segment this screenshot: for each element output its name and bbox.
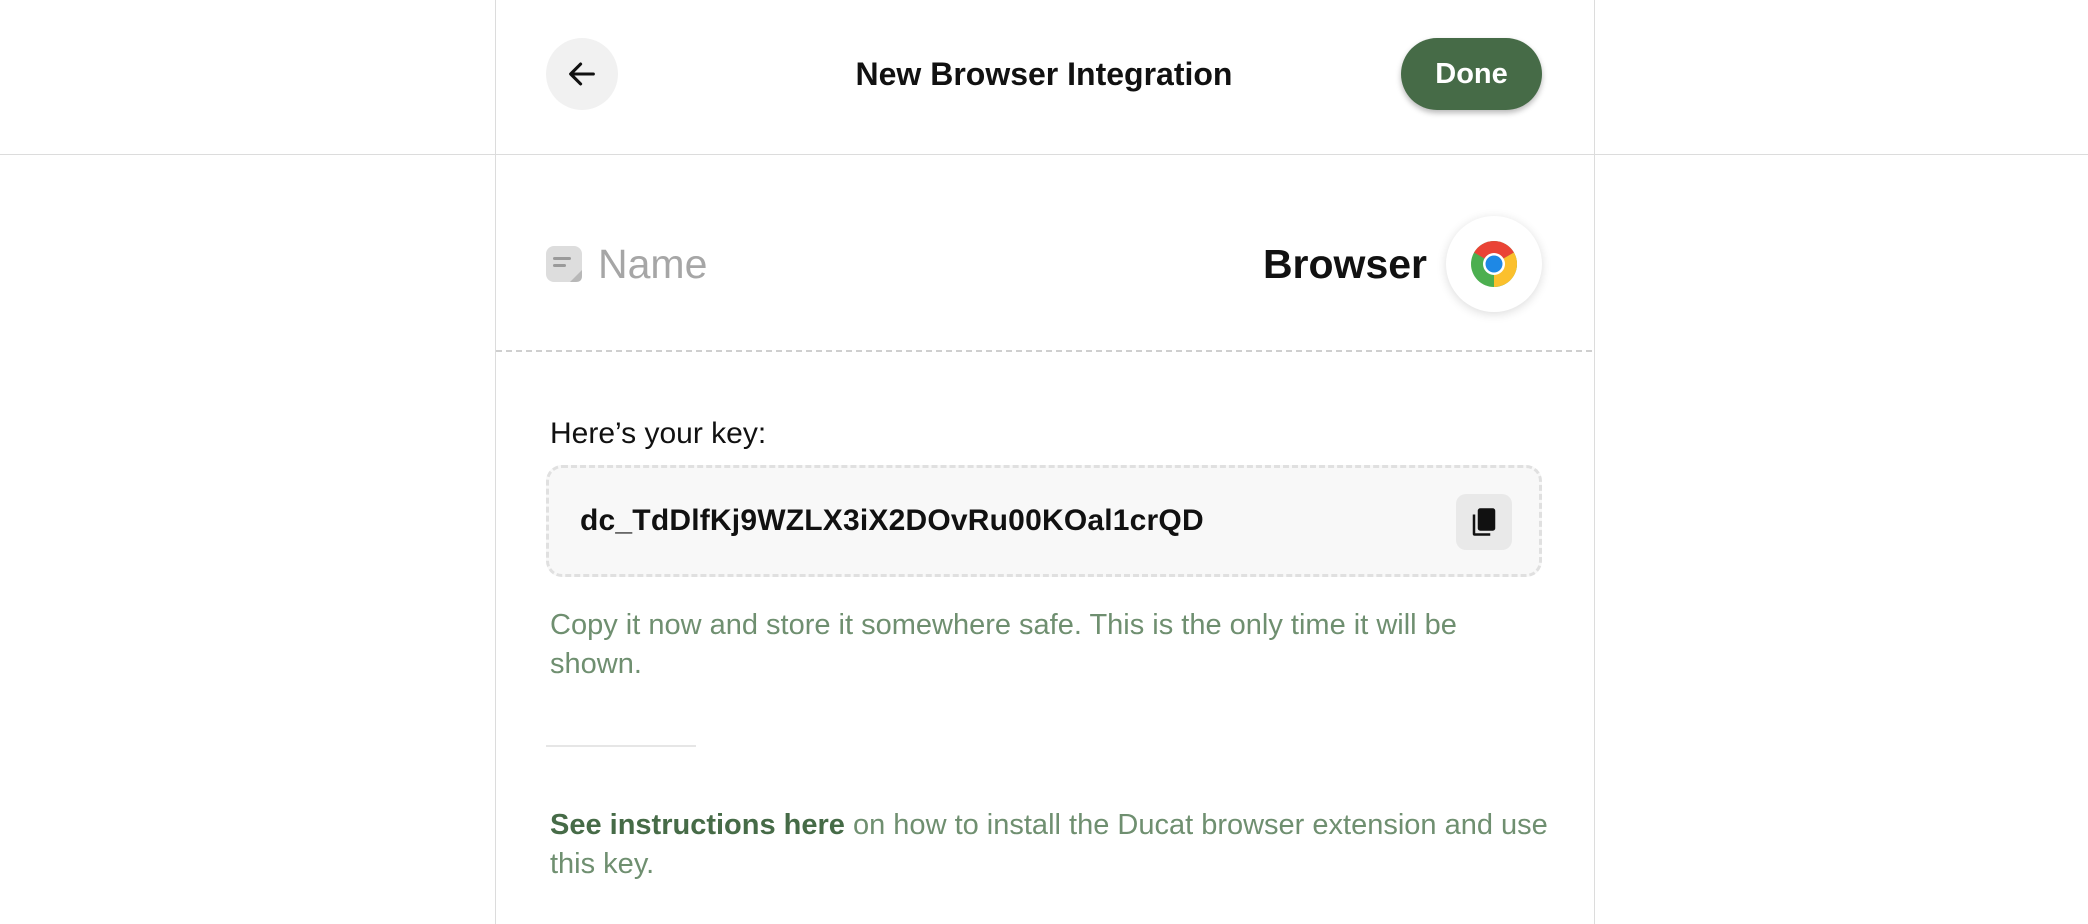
copy-icon	[1472, 508, 1496, 536]
integration-panel	[495, 0, 1595, 924]
key-warning-text: Copy it now and store it somewhere safe.…	[550, 609, 1457, 680]
header-divider	[0, 154, 2088, 155]
api-key-value[interactable]: dc_TdDlfKj9WZLX3iX2DOvRu00KOal1crQD	[580, 501, 1204, 541]
section-divider	[496, 350, 1592, 352]
arrow-left-icon	[569, 62, 595, 86]
chrome-icon	[1471, 240, 1518, 287]
instructions-link[interactable]: See instructions here	[550, 809, 845, 841]
done-button[interactable]: Done	[1401, 38, 1542, 110]
integration-type-label: Browser	[1262, 241, 1427, 287]
page-title: New Browser Integration	[855, 56, 1233, 92]
instructions-text: See instructions here on how to install …	[550, 806, 1550, 884]
divider	[546, 745, 696, 747]
key-label: Here’s your key:	[550, 417, 767, 450]
copy-key-button[interactable]	[1456, 494, 1512, 550]
key-box: dc_TdDlfKj9WZLX3iX2DOvRu00KOal1crQD	[546, 465, 1542, 577]
name-input[interactable]	[598, 236, 1198, 292]
browser-type-button[interactable]	[1446, 216, 1542, 312]
note-icon	[546, 246, 582, 282]
back-button[interactable]	[546, 38, 618, 110]
